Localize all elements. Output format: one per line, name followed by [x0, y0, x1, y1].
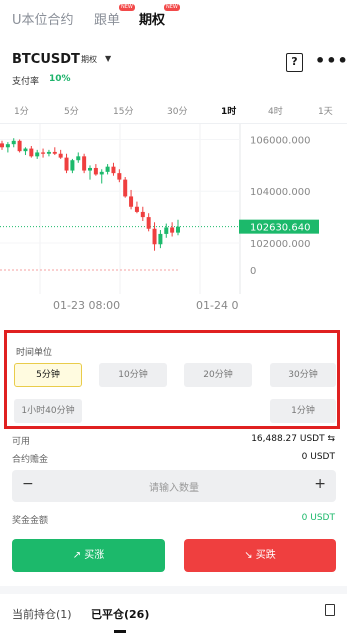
x-tick-label: 01-24 0 — [196, 299, 238, 312]
divider — [0, 586, 347, 594]
duration-option-20m[interactable]: 20分钟 — [184, 363, 252, 387]
available-value[interactable]: 16,488.27 USDT ⇆ — [251, 434, 335, 444]
price-chart[interactable]: 106000.000 104000.000 102000.000 102630.… — [0, 124, 347, 326]
y-tick-label: 106000.000 — [250, 136, 310, 147]
interval-15m[interactable]: 15分 — [113, 104, 133, 117]
candle-body — [117, 173, 122, 180]
interval-5m[interactable]: 5分 — [64, 104, 79, 117]
duration-option-10m[interactable]: 10分钟 — [99, 363, 167, 387]
quantity-input[interactable]: 请输入数量 — [12, 479, 336, 494]
symbol-header: BTCUSDT 期权 ▼ 支付率 10% ? ••• — [0, 44, 347, 96]
new-badge: NEW — [164, 4, 180, 11]
buy-up-button[interactable]: ↗ 买涨 — [12, 539, 165, 572]
interval-30m[interactable]: 30分 — [167, 104, 187, 117]
candle-body — [11, 140, 16, 145]
duration-option-30m[interactable]: 30分钟 — [270, 363, 336, 387]
volume-zero-label: 0 — [250, 266, 256, 277]
candle-body — [17, 140, 22, 152]
candle-body — [123, 179, 128, 197]
active-tab-indicator — [114, 630, 126, 633]
duration-title: 时间单位 — [16, 348, 53, 358]
candle-body — [134, 206, 139, 212]
y-tick-label: 104000.000 — [250, 187, 310, 198]
candle-body — [146, 217, 151, 229]
candle-body — [46, 151, 51, 154]
candle-body — [35, 152, 40, 157]
candle-body — [82, 156, 87, 171]
funding-value: 10% — [49, 74, 71, 84]
tab-current-positions[interactable]: 当前持仓(1) — [12, 606, 72, 622]
bonus-label: 奖金金额 — [12, 516, 49, 526]
candle-body — [5, 144, 10, 148]
available-label: 可用 — [12, 437, 31, 447]
x-tick-label: 01-23 08:00 — [53, 299, 120, 312]
tab-copy-trading[interactable]: 跟单 — [94, 9, 120, 28]
new-badge: NEW — [119, 4, 135, 11]
candle-body — [158, 233, 163, 245]
top-tab-bar: U本位合约 跟单 NEW 期权 NEW — [0, 0, 347, 34]
bonus-value: 0 USDT — [301, 513, 335, 523]
candle-body — [152, 228, 157, 245]
candle-body — [93, 167, 98, 175]
tab-closed-positions[interactable]: 已平仓(26) — [91, 606, 149, 622]
duration-option-1h40m[interactable]: 1小时40分钟 — [14, 399, 82, 423]
symbol-type-tag: 期权 — [81, 55, 97, 64]
interval-1m[interactable]: 1分 — [14, 104, 29, 117]
candle-body — [99, 171, 104, 175]
candle-body — [170, 227, 175, 233]
candle-body — [176, 226, 180, 233]
symbol-name[interactable]: BTCUSDT — [12, 52, 80, 67]
help-doc-icon[interactable]: ? — [286, 53, 303, 72]
duration-options-panel: 时间单位 5分钟 10分钟 20分钟 30分钟 1小时40分钟 1分钟 — [4, 330, 340, 429]
margin-value: 0 USDT — [301, 452, 335, 462]
candle-body — [140, 211, 145, 218]
interval-1h[interactable]: 1时 — [221, 104, 236, 117]
quantity-stepper[interactable]: − 请输入数量 + — [12, 470, 336, 502]
candle-body — [58, 153, 63, 158]
interval-4h[interactable]: 4时 — [268, 104, 283, 117]
tab-usdt-futures[interactable]: U本位合约 — [12, 9, 74, 28]
more-icon[interactable]: ••• — [315, 53, 347, 69]
candle-body — [70, 160, 75, 171]
tab-options[interactable]: 期权 — [139, 9, 165, 28]
document-icon[interactable] — [325, 604, 335, 616]
candle-body — [164, 227, 169, 234]
candle-body — [23, 148, 28, 152]
duration-option-1m[interactable]: 1分钟 — [270, 399, 336, 423]
duration-option-5m[interactable]: 5分钟 — [14, 363, 82, 387]
plus-icon[interactable]: + — [314, 476, 326, 492]
chart-panel: 1分 5分 15分 30分 1时 4时 1天 106000.000 104000… — [0, 96, 347, 326]
candle-body — [41, 152, 46, 154]
buy-down-button[interactable]: ↘ 买跌 — [184, 539, 336, 572]
candle-body — [111, 166, 116, 174]
candle-body — [29, 148, 34, 157]
current-price-label: 102630.640 — [250, 223, 310, 234]
candle-body — [52, 151, 57, 154]
candle-body — [64, 157, 69, 171]
candle-body — [129, 196, 134, 207]
candle-body — [76, 156, 81, 161]
margin-label: 合约赡金 — [12, 455, 49, 465]
interval-1d[interactable]: 1天 — [318, 104, 333, 117]
candle-body — [88, 167, 92, 171]
candle-body — [0, 143, 4, 148]
candle-body — [105, 166, 110, 172]
y-tick-label: 102000.000 — [250, 239, 310, 250]
caret-down-icon[interactable]: ▼ — [105, 54, 111, 63]
funding-label: 支付率 — [12, 77, 40, 87]
